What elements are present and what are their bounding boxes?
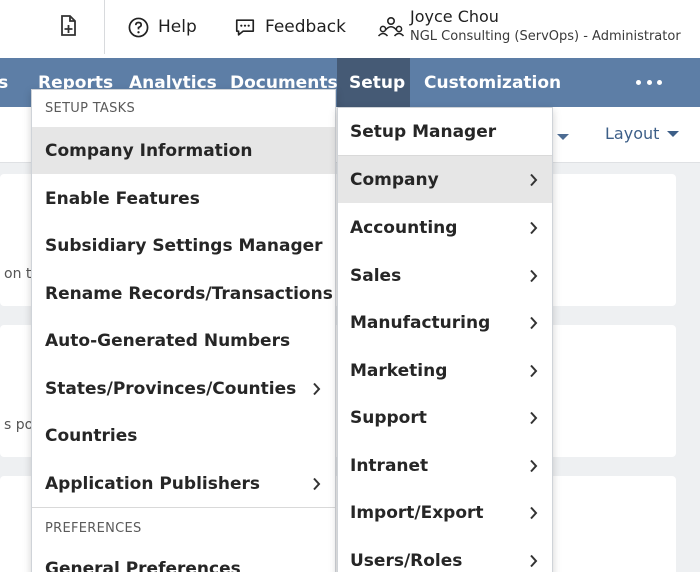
menu-item-label: Sales [350, 265, 402, 286]
top-header: Help Feedback Joyce Chou NGL Consulting … [0, 0, 700, 58]
menu-item-company-information[interactable]: Company Information [32, 127, 335, 174]
chevron-down-icon [667, 130, 680, 137]
chevron-right-icon [530, 269, 538, 283]
layout-button[interactable]: Layout [605, 124, 680, 143]
menu-item-states-provinces-counties[interactable]: States/Provinces/Counties [32, 365, 335, 412]
more-icon[interactable] [636, 74, 662, 90]
menu-item-label: Accounting [350, 217, 458, 238]
menu-item-subsidiary-settings-manager[interactable]: Subsidiary Settings Manager [32, 222, 335, 269]
portlet-1-text: on t [4, 266, 32, 282]
user-menu[interactable]: Joyce Chou NGL Consulting (ServOps) - Ad… [376, 6, 681, 50]
feedback-icon [235, 18, 255, 36]
menu-item-sales[interactable]: Sales [338, 252, 552, 299]
menu-item-intranet[interactable]: Intranet [338, 442, 552, 489]
chevron-right-icon [530, 364, 538, 378]
user-role-icon [377, 16, 405, 37]
menu-item-label: Company [350, 169, 439, 190]
portlet-2-text: s po [4, 417, 34, 433]
menu-item-label: Application Publishers [45, 473, 260, 494]
menu-item-enable-features[interactable]: Enable Features [32, 175, 335, 222]
menu-item-label: Import/Export [350, 502, 484, 523]
chevron-right-icon [530, 173, 538, 187]
setup-categories-menu: Setup Manager Company Accounting Sales M… [337, 107, 553, 572]
menu-item-label: Users/Roles [350, 550, 463, 571]
menu-item-countries[interactable]: Countries [32, 412, 335, 459]
help-button[interactable]: Help [128, 15, 197, 39]
setup-tasks-heading: SETUP TASKS [45, 101, 136, 116]
menu-item-label: Intranet [350, 455, 429, 476]
menu-item-marketing[interactable]: Marketing [338, 347, 552, 394]
menu-item-label: States/Provinces/Counties [45, 378, 297, 399]
chevron-right-icon [530, 316, 538, 330]
feedback-button[interactable]: Feedback [234, 15, 346, 39]
menu-item-import-export[interactable]: Import/Export [338, 489, 552, 536]
nav-item-customization[interactable]: Customization [424, 58, 561, 107]
help-icon [128, 17, 149, 37]
user-info: Joyce Chou NGL Consulting (ServOps) - Ad… [410, 6, 681, 46]
menu-item-auto-generated-numbers[interactable]: Auto-Generated Numbers [32, 317, 335, 364]
menu-item-label: Manufacturing [350, 312, 491, 333]
feedback-label: Feedback [265, 17, 346, 37]
chevron-right-icon [530, 554, 538, 568]
menu-item-label: Marketing [350, 360, 448, 381]
menu-divider [32, 507, 335, 508]
header-divider [104, 0, 105, 54]
menu-item-users-roles[interactable]: Users/Roles [338, 537, 552, 572]
chevron-right-icon [313, 382, 321, 396]
menu-item-rename-records[interactable]: Rename Records/Transactions [32, 270, 335, 317]
menu-item-accounting[interactable]: Accounting [338, 204, 552, 251]
chevron-right-icon [530, 221, 538, 235]
chevron-right-icon [530, 506, 538, 520]
chevron-right-icon [313, 477, 321, 491]
preferences-heading: PREFERENCES [45, 521, 142, 536]
menu-item-application-publishers[interactable]: Application Publishers [32, 460, 335, 507]
chevron-right-icon [530, 459, 538, 473]
menu-item-setup-manager[interactable]: Setup Manager [338, 108, 552, 155]
user-name: Joyce Chou [410, 7, 499, 26]
nav-item-partial[interactable]: ts [0, 58, 8, 107]
setup-tasks-menu: SETUP TASKS Company Information Enable F… [31, 89, 336, 572]
layout-label: Layout [605, 124, 660, 143]
user-role: NGL Consulting (ServOps) - Administrator [410, 29, 681, 44]
nav-item-setup[interactable]: Setup [337, 58, 410, 107]
menu-item-support[interactable]: Support [338, 394, 552, 441]
dropdown-caret-icon[interactable] [557, 134, 569, 140]
menu-item-manufacturing[interactable]: Manufacturing [338, 299, 552, 346]
menu-item-label: Support [350, 407, 427, 428]
menu-item-company[interactable]: Company [338, 156, 552, 203]
recent-records-icon[interactable] [56, 14, 80, 38]
menu-item-general-preferences[interactable]: General Preferences [32, 545, 335, 572]
help-label: Help [158, 17, 197, 37]
chevron-right-icon [530, 411, 538, 425]
